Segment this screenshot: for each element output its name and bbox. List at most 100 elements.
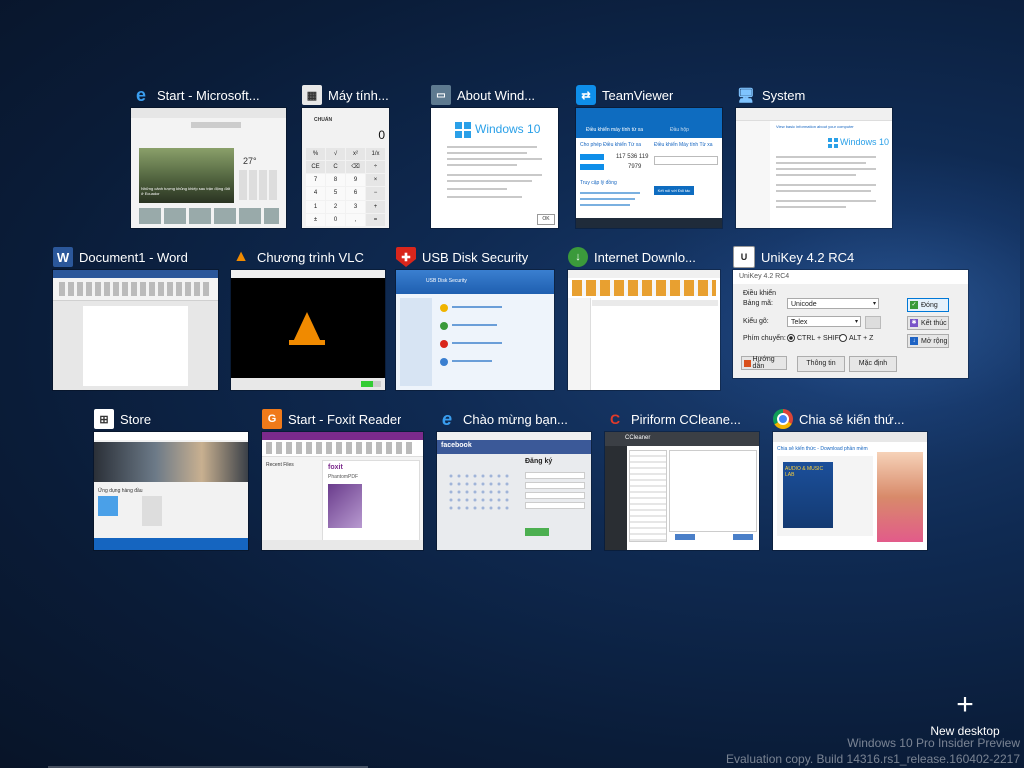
- task-window-unikey[interactable]: U UniKey 4.2 RC4 UniKey 4.2 RC4 Điều khi…: [733, 244, 968, 380]
- window-thumbnail[interactable]: CCleaner: [605, 432, 759, 550]
- task-window-word[interactable]: W Document1 - Word: [53, 244, 218, 390]
- calc-key[interactable]: 2: [326, 200, 345, 213]
- window-thumbnail[interactable]: Điều khiển máy tính từ xa Đầu hộp Cho ph…: [576, 108, 722, 228]
- calc-key[interactable]: ±: [306, 213, 325, 226]
- task-window-ie[interactable]: e Chào mừng bạn... facebook Đăng ký: [437, 406, 591, 552]
- fb-signup-button[interactable]: [525, 528, 549, 536]
- window-title: Start - Microsoft...: [157, 87, 260, 103]
- calc-key[interactable]: ⌫: [346, 161, 365, 174]
- tv-connect-button[interactable]: Kết nối với Đối tác: [654, 186, 694, 195]
- expand-button[interactable]: ↓ Mở rộng: [907, 334, 949, 348]
- calc-key[interactable]: ,: [346, 213, 365, 226]
- window-title: System: [762, 87, 806, 103]
- window-thumbnail[interactable]: facebook Đăng ký: [437, 432, 591, 550]
- exit-button[interactable]: ✱ Kết thúc: [907, 316, 949, 330]
- calc-key[interactable]: x²: [346, 148, 365, 161]
- calc-key[interactable]: 9: [346, 174, 365, 187]
- task-window-idm[interactable]: ↓ Internet Downlo...: [568, 244, 720, 390]
- calc-key[interactable]: 0: [326, 213, 345, 226]
- calc-key[interactable]: 1/x: [366, 148, 385, 161]
- windows-logo-icon: [455, 122, 471, 138]
- unikey-section: Điều khiển: [743, 290, 777, 297]
- calc-key[interactable]: 7: [306, 174, 325, 187]
- radio-unselected-icon: [839, 334, 847, 342]
- task-window-about-windows[interactable]: ▭ About Wind... Windows 10 OK: [431, 82, 558, 228]
- calc-key[interactable]: +: [366, 200, 385, 213]
- calc-key[interactable]: −: [366, 187, 385, 200]
- window-thumbnail[interactable]: Ứng dụng hàng đầu: [94, 432, 248, 550]
- task-window-edge[interactable]: e Start - Microsoft... Những cảnh tượng …: [131, 82, 286, 228]
- calc-key[interactable]: 3: [346, 200, 365, 213]
- task-window-usb-disk-security[interactable]: ✚ USB Disk Security USB Disk Security: [396, 244, 554, 390]
- system-icon: 🖥: [737, 86, 755, 103]
- window-thumbnail[interactable]: Windows 10 OK: [431, 108, 558, 228]
- method-select[interactable]: Telex ▾: [787, 316, 861, 327]
- task-window-vlc[interactable]: ▲ Chương trình VLC: [231, 244, 385, 390]
- calc-key[interactable]: 1: [306, 200, 325, 213]
- window-title: Start - Foxit Reader: [288, 411, 402, 427]
- calc-key[interactable]: 4: [306, 187, 325, 200]
- window-title: Internet Downlo...: [594, 249, 696, 265]
- usb-title: USB Disk Security: [426, 278, 467, 284]
- window-title-bar: ↓ Internet Downlo...: [568, 244, 720, 270]
- window-thumbnail[interactable]: Những cảnh tượng khủng khiếp sau trận độ…: [131, 108, 286, 228]
- window-thumbnail[interactable]: Chia sẻ kiến thức - Download phần mềm AU…: [773, 432, 927, 550]
- close-button[interactable]: ✓ Đóng: [907, 298, 949, 312]
- arrow-down-icon: ↓: [910, 337, 918, 345]
- window-thumbnail[interactable]: [53, 270, 218, 390]
- ccleaner-title: CCleaner: [625, 435, 651, 441]
- tv-allow-heading: Cho phép Điều khiển Từ xa: [580, 142, 642, 148]
- option-alt-z[interactable]: ALT + Z: [839, 334, 873, 342]
- info-button[interactable]: Thông tin: [797, 356, 845, 372]
- store-icon: ⊞: [94, 409, 114, 429]
- new-desktop-button[interactable]: + New desktop: [928, 690, 1002, 739]
- task-window-foxit[interactable]: G Start - Foxit Reader Recent Files foxi…: [262, 406, 423, 552]
- help-book-icon: [744, 359, 751, 367]
- calc-key[interactable]: =: [366, 213, 385, 226]
- calc-key[interactable]: CE: [306, 161, 325, 174]
- calc-key[interactable]: %: [306, 148, 325, 161]
- default-button[interactable]: Mặc định: [849, 356, 897, 372]
- calc-key[interactable]: C: [326, 161, 345, 174]
- watermark-build: Evaluation copy. Build 14316.rs1_release…: [726, 752, 1020, 766]
- window-title: Chào mừng bạn...: [463, 411, 568, 427]
- window-thumbnail[interactable]: [231, 270, 385, 390]
- window-thumbnail[interactable]: UniKey 4.2 RC4 Điều khiển Bảng mã: Unico…: [733, 270, 968, 378]
- chrome-icon: [773, 409, 793, 429]
- facebook-brand: facebook: [441, 442, 472, 449]
- help-button[interactable]: Hướng dẫn: [741, 356, 787, 370]
- charset-select[interactable]: Unicode ▾: [787, 298, 879, 309]
- window-title-bar: W Document1 - Word: [53, 244, 218, 270]
- chevron-down-icon: ▾: [854, 319, 858, 325]
- calc-key[interactable]: 8: [326, 174, 345, 187]
- window-thumbnail[interactable]: View basic information about your comput…: [736, 108, 892, 228]
- task-window-chrome[interactable]: Chia sẻ kiến thứ... Chia sẻ kiến thức - …: [773, 406, 927, 552]
- idm-icon: ↓: [568, 247, 588, 267]
- calc-key[interactable]: 5: [326, 187, 345, 200]
- calc-key[interactable]: 6: [346, 187, 365, 200]
- news-headline: Những cảnh tượng khủng khiếp sau trận độ…: [141, 186, 230, 196]
- option-ctrl-shift[interactable]: CTRL + SHIFT: [787, 334, 843, 342]
- method-extra-button[interactable]: [865, 316, 881, 329]
- task-window-calculator[interactable]: ▦ Máy tính... CHUẨN 0 % √ x² 1/x CE C ⌫ ÷ 7 8 9 × 4 5…: [302, 82, 389, 228]
- task-window-system[interactable]: 🖥 System View basic information about yo…: [736, 82, 892, 228]
- calc-key[interactable]: √: [326, 148, 345, 161]
- task-window-ccleaner[interactable]: C Piriform CCleane... CCleaner: [605, 406, 759, 552]
- edge-icon: e: [135, 84, 146, 105]
- calc-key[interactable]: ×: [366, 174, 385, 187]
- window-thumbnail[interactable]: [568, 270, 720, 390]
- watermark-edition: Windows 10 Pro Insider Preview: [847, 736, 1020, 750]
- ie-icon: e: [441, 408, 452, 429]
- window-thumbnail[interactable]: CHUẨN 0 % √ x² 1/x CE C ⌫ ÷ 7 8 9 × 4 5 6− 1 2 3 + ±0, =: [302, 108, 389, 228]
- task-window-teamviewer[interactable]: ⇄ TeamViewer Điều khiển máy tính từ xa Đ…: [576, 82, 722, 228]
- windows-logo-text: Windows 10: [475, 122, 541, 136]
- ok-button[interactable]: OK: [537, 214, 555, 225]
- vlc-icon: ▲: [233, 248, 249, 265]
- calc-key[interactable]: ÷: [366, 161, 385, 174]
- window-title: TeamViewer: [602, 87, 674, 103]
- task-window-store[interactable]: ⊞ Store Ứng dụng hàng đầu: [94, 406, 248, 552]
- foxit-icon: G: [262, 409, 282, 429]
- tv-tab-remote: Điều khiển máy tính từ xa: [586, 127, 643, 133]
- window-thumbnail[interactable]: USB Disk Security: [396, 270, 554, 390]
- window-thumbnail[interactable]: Recent Files foxit PhantomPDF: [262, 432, 423, 550]
